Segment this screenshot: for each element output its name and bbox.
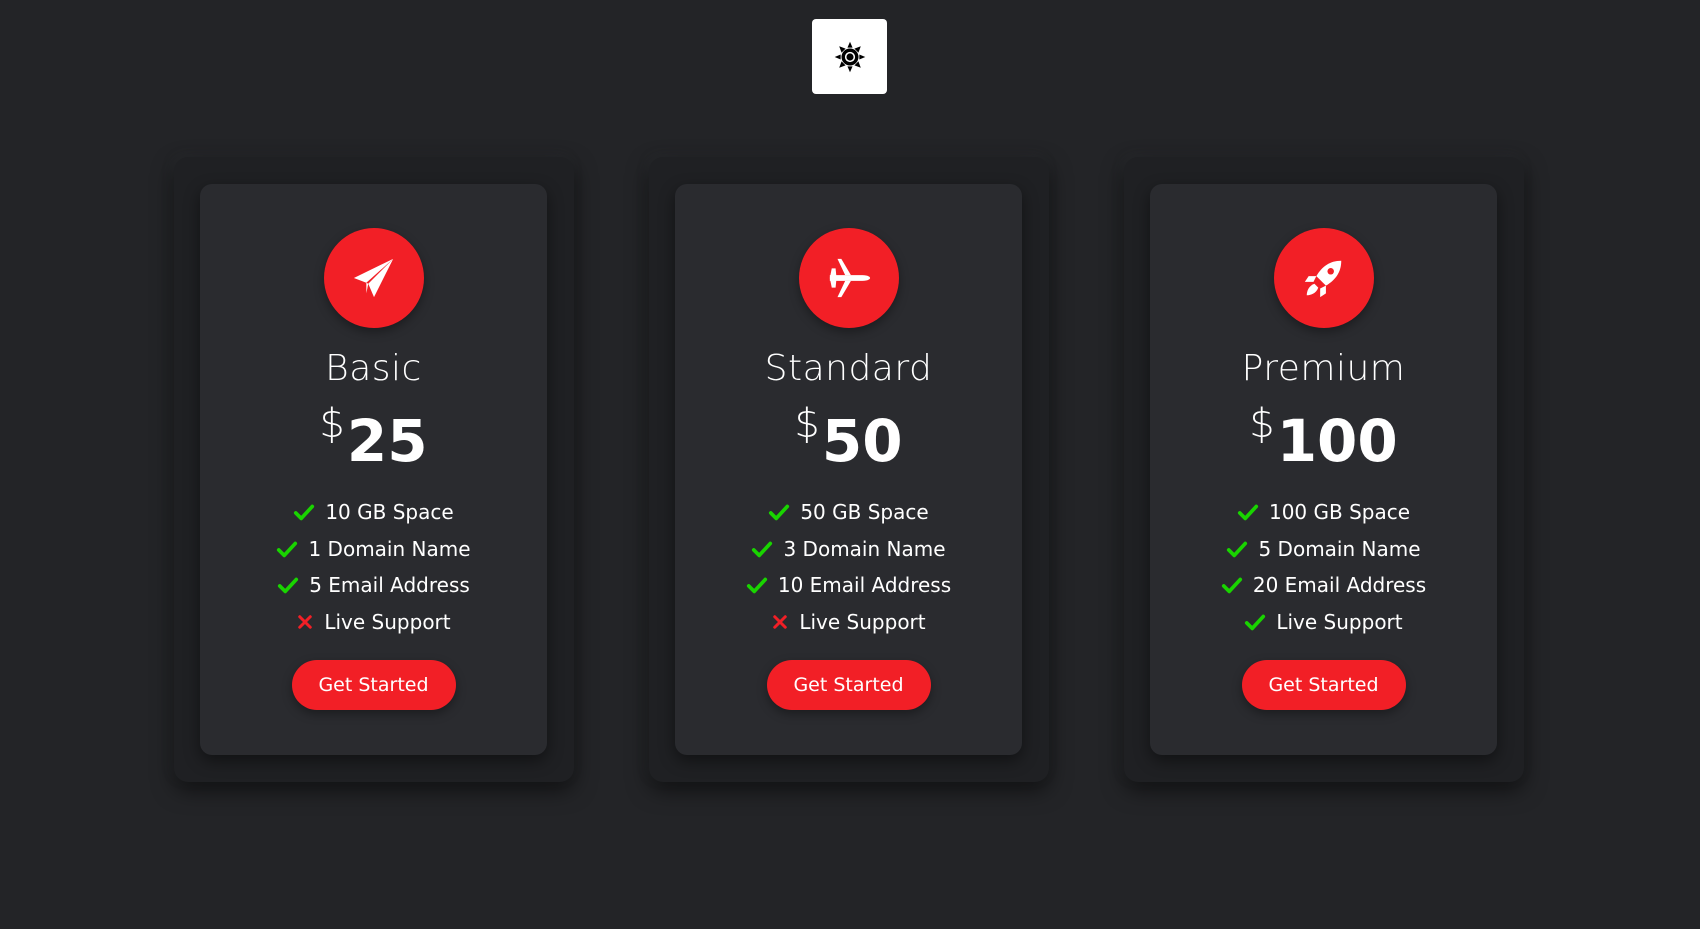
feature-label: 1 Domain Name bbox=[308, 536, 471, 561]
feature-label: 50 GB Space bbox=[800, 500, 929, 525]
get-started-button[interactable]: Get Started bbox=[291, 660, 456, 710]
price-amount: 100 bbox=[1276, 407, 1398, 475]
check-icon bbox=[752, 541, 773, 557]
feature-list: 50 GB Space 3 Domain Name 10 Email Addre… bbox=[746, 494, 951, 640]
pricing-card-panel: Basic $ 25 10 GB Space 1 Domain Name 5 E… bbox=[200, 184, 547, 755]
feature-label: Live Support bbox=[799, 609, 926, 634]
feature-list: 100 GB Space 5 Domain Name 20 Email Addr… bbox=[1221, 494, 1426, 640]
sun-icon bbox=[833, 40, 867, 74]
feature-label: Live Support bbox=[1276, 609, 1403, 634]
price-amount: 25 bbox=[346, 407, 428, 475]
plan-price: $ 50 bbox=[794, 404, 902, 470]
rocket-icon bbox=[1273, 228, 1374, 328]
feature-item: 3 Domain Name bbox=[751, 531, 946, 568]
cross-icon bbox=[773, 615, 788, 629]
pricing-card-standard: Standard $ 50 50 GB Space 3 Domain Name … bbox=[649, 157, 1049, 782]
feature-item: 10 Email Address bbox=[746, 567, 951, 604]
pricing-card-panel: Standard $ 50 50 GB Space 3 Domain Name … bbox=[675, 184, 1022, 755]
feature-item: 50 GB Space bbox=[768, 494, 929, 531]
plan-name: Standard bbox=[764, 348, 933, 389]
currency-symbol: $ bbox=[319, 401, 345, 447]
check-icon bbox=[1227, 541, 1248, 557]
currency-symbol: $ bbox=[794, 401, 820, 447]
feature-item: Live Support bbox=[771, 604, 926, 641]
feature-label: Live Support bbox=[324, 609, 451, 634]
feature-label: 100 GB Space bbox=[1268, 500, 1411, 525]
paper-plane-icon bbox=[323, 228, 424, 328]
plan-price: $ 25 bbox=[319, 404, 427, 470]
check-icon bbox=[1221, 577, 1242, 594]
feature-item: 5 Domain Name bbox=[1226, 531, 1421, 568]
check-icon bbox=[278, 577, 299, 594]
pricing-card-panel: Premium $ 100 100 GB Space 5 Domain Name… bbox=[1150, 184, 1497, 755]
check-icon bbox=[1237, 504, 1259, 521]
feature-item: Live Support bbox=[296, 604, 451, 641]
pricing-card-basic: Basic $ 25 10 GB Space 1 Domain Name 5 E… bbox=[174, 157, 574, 782]
plan-name: Basic bbox=[325, 348, 422, 389]
plan-price: $ 100 bbox=[1249, 404, 1398, 470]
check-icon bbox=[277, 541, 298, 557]
feature-label: 20 Email Address bbox=[1252, 573, 1427, 598]
feature-item: 10 GB Space bbox=[293, 494, 454, 531]
check-icon bbox=[294, 504, 315, 521]
price-amount: 50 bbox=[821, 407, 903, 475]
get-started-button[interactable]: Get Started bbox=[766, 660, 931, 710]
feature-item: Live Support bbox=[1244, 604, 1403, 641]
feature-label: 10 GB Space bbox=[325, 500, 454, 525]
feature-label: 5 Domain Name bbox=[1258, 536, 1421, 561]
feature-item: 5 Email Address bbox=[277, 567, 470, 604]
feature-label: 10 Email Address bbox=[777, 573, 952, 598]
airplane-icon bbox=[798, 228, 899, 328]
theme-toggle-button[interactable] bbox=[812, 19, 887, 94]
check-icon bbox=[769, 504, 790, 521]
pricing-card-premium: Premium $ 100 100 GB Space 5 Domain Name… bbox=[1124, 157, 1524, 782]
feature-label: 3 Domain Name bbox=[783, 536, 946, 561]
currency-symbol: $ bbox=[1249, 401, 1275, 447]
cross-icon bbox=[298, 615, 313, 629]
feature-item: 1 Domain Name bbox=[276, 531, 471, 568]
feature-list: 10 GB Space 1 Domain Name 5 Email Addres… bbox=[276, 494, 471, 641]
feature-item: 20 Email Address bbox=[1221, 567, 1426, 604]
feature-item: 100 GB Space bbox=[1237, 494, 1410, 531]
get-started-button[interactable]: Get Started bbox=[1241, 660, 1406, 710]
check-icon bbox=[746, 577, 767, 594]
plan-name: Premium bbox=[1241, 348, 1406, 389]
feature-label: 5 Email Address bbox=[309, 573, 470, 598]
check-icon bbox=[1245, 614, 1266, 630]
pricing-cards: Basic $ 25 10 GB Space 1 Domain Name 5 E… bbox=[0, 157, 1700, 782]
